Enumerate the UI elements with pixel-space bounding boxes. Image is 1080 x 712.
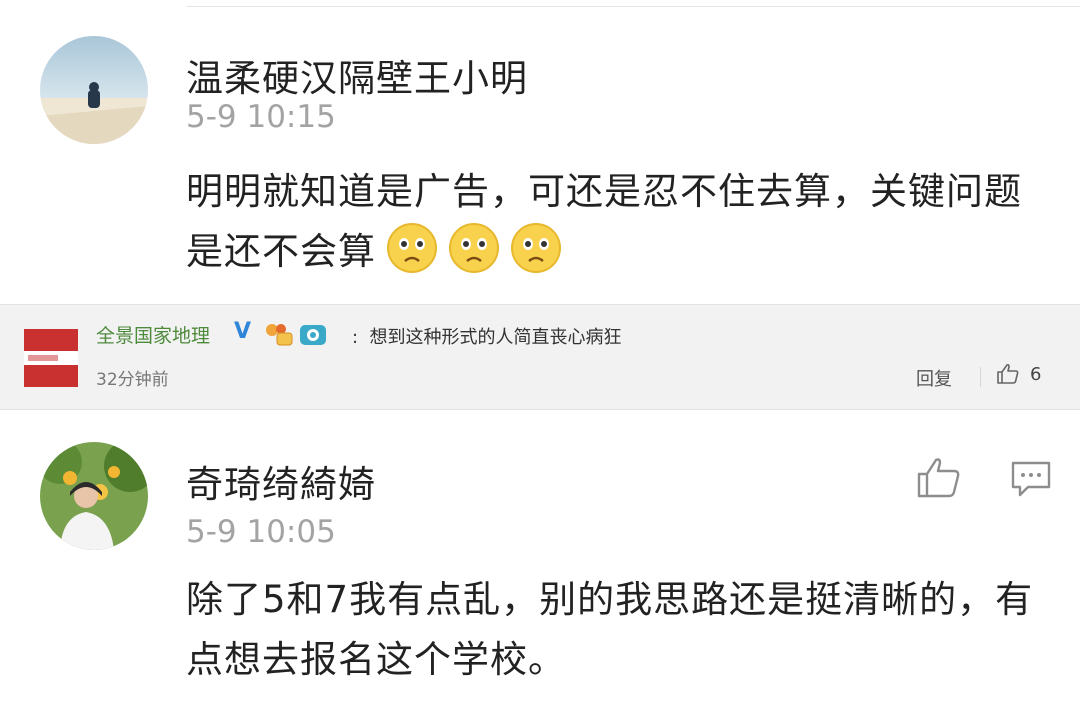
worried-face-icon <box>449 223 499 273</box>
comment-icon[interactable] <box>1010 460 1052 498</box>
divider <box>980 367 981 387</box>
thumbs-up-icon <box>997 363 1019 384</box>
badge-group <box>264 321 328 347</box>
username[interactable]: 温柔硬汉隔壁王小明 <box>186 48 528 102</box>
avatar[interactable] <box>40 36 148 144</box>
forwarded-comment-row: 全景国家地理 V : 想到这种形式的人简直丧心病狂 32分钟前 回复 6 <box>0 304 1080 410</box>
verified-badge: V <box>234 319 252 344</box>
comment-card-2: 奇琦绮綺婍 5-9 10:05 除了5和7我有点乱，别的我思路还是挺清晰的，有点… <box>0 410 1080 712</box>
forwarded-text: : 想到这种形式的人简直丧心病狂 <box>352 327 622 348</box>
avatar[interactable] <box>40 442 148 550</box>
camera-badge-icon <box>300 325 326 345</box>
comment-text: 明明就知道是广告，可还是忍不住去算，关键问题是还不会算 <box>186 162 1026 282</box>
username[interactable]: 奇琦绮綺婍 <box>186 454 376 508</box>
worried-face-icon <box>387 223 437 273</box>
level-badge-icon <box>266 324 293 346</box>
timestamp: 5-9 10:05 <box>186 514 336 550</box>
comment-card-1: 温柔硬汉隔壁王小明 5-9 10:15 明明就知道是广告，可还是忍不住去算，关键… <box>0 0 1080 304</box>
forwarded-text-content: 想到这种形式的人简直丧心病狂 <box>369 327 622 348</box>
comment-text-content: 明明就知道是广告，可还是忍不住去算，关键问题是还不会算 <box>186 170 1022 273</box>
timestamp: 5-9 10:15 <box>186 99 336 135</box>
relative-time: 32分钟前 <box>96 370 169 390</box>
worried-face-icon <box>511 223 561 273</box>
comment-text: 除了5和7我有点乱，别的我思路还是挺清晰的，有点想去报名这个学校。 <box>186 578 1034 681</box>
like-icon[interactable] <box>916 456 962 500</box>
divider <box>186 6 1080 7</box>
account-logo[interactable] <box>24 329 78 387</box>
like-count: 6 <box>1030 363 1042 385</box>
reply-button[interactable]: 回复 <box>916 365 952 391</box>
like-button[interactable]: 6 <box>996 363 1041 385</box>
account-name[interactable]: 全景国家地理 <box>96 321 210 348</box>
